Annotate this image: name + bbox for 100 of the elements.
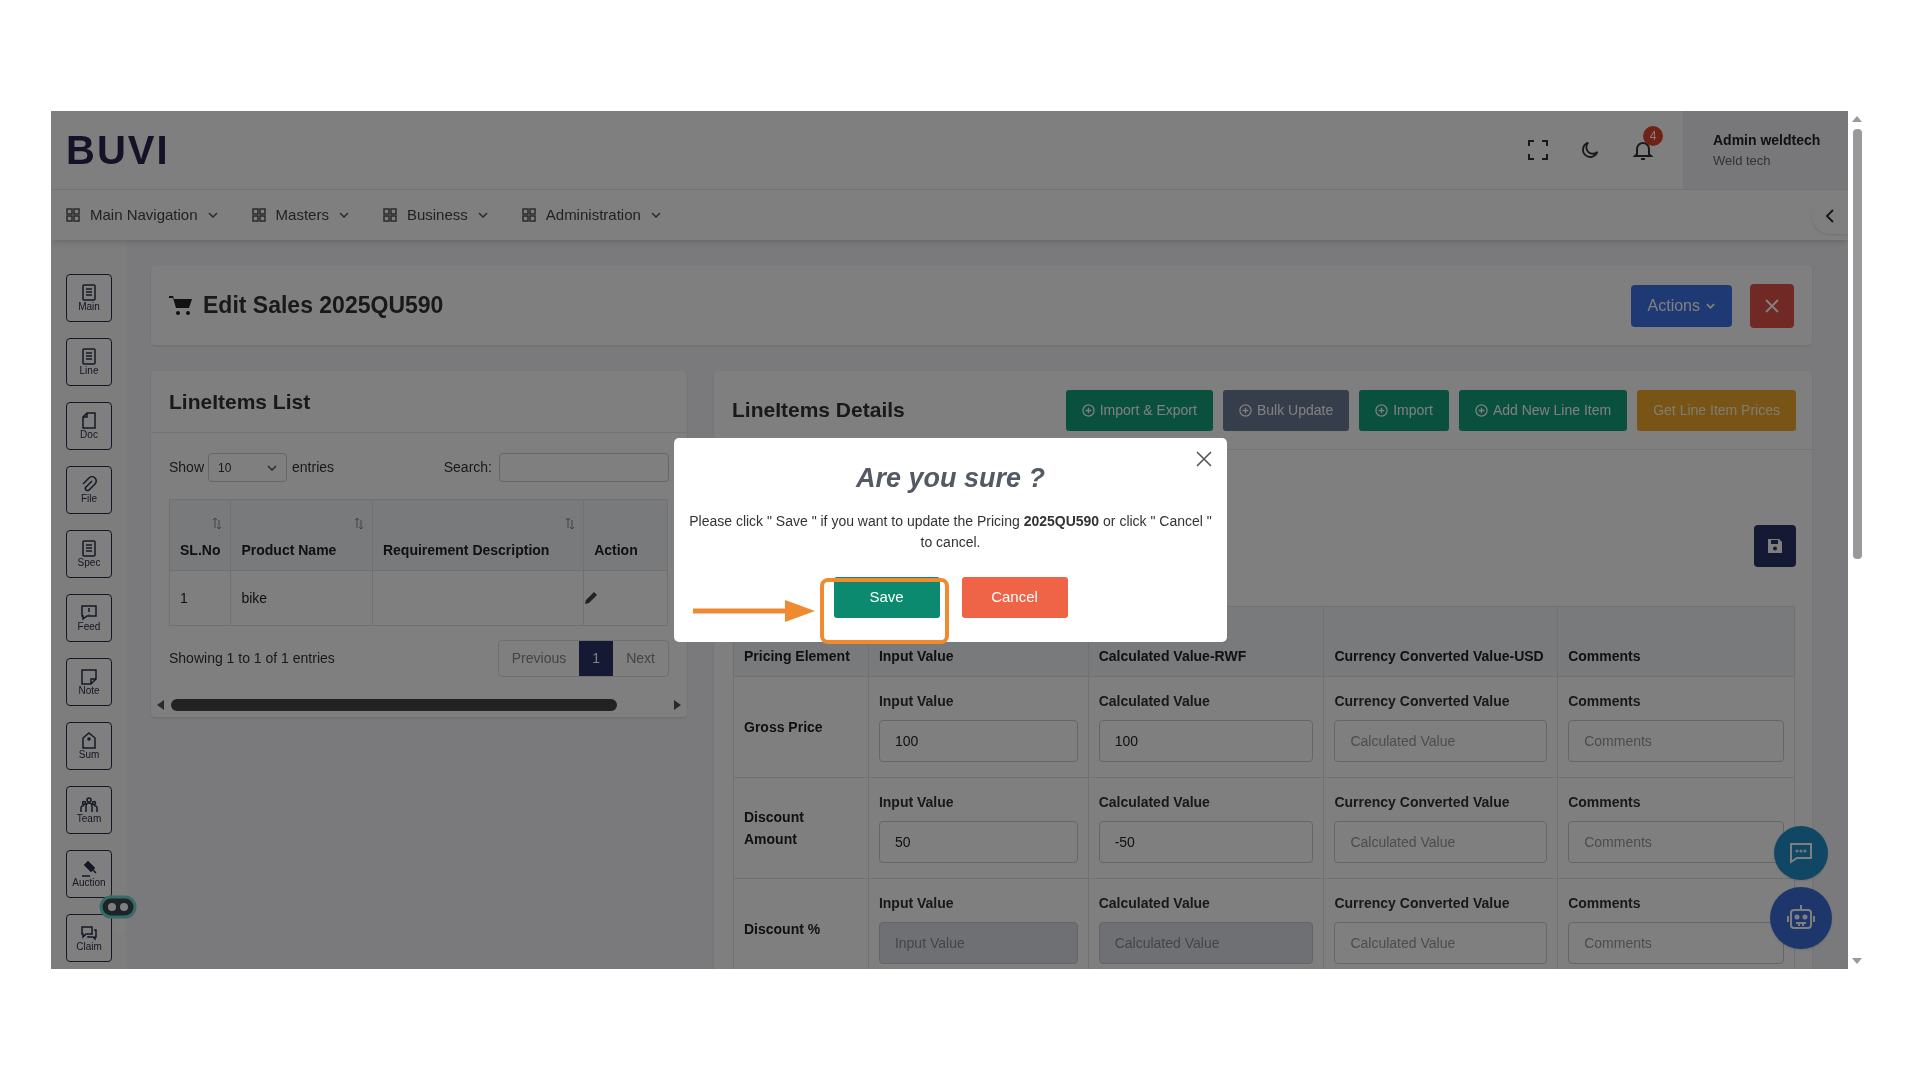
input-field[interactable]: 100 [1098, 720, 1314, 762]
column-header[interactable]: Requirement Description [372, 499, 584, 571]
scroll-right-icon[interactable] [673, 700, 681, 710]
sidebar-button[interactable]: Spec [66, 530, 112, 578]
document-icon [80, 347, 98, 365]
actions-button[interactable]: Actions [1630, 284, 1732, 327]
moon-icon[interactable] [1579, 139, 1601, 161]
pencil-icon[interactable] [584, 591, 599, 605]
plus-circle-icon [1081, 403, 1095, 417]
field-label: Comments [1568, 692, 1642, 711]
field-label: Calculated Value [1098, 793, 1211, 812]
entries-label: entries [292, 458, 335, 477]
user-panel[interactable]: Admin weldtech Weld tech [1683, 111, 1848, 189]
sidebar-button[interactable]: Sum [66, 722, 112, 770]
plus-circle-icon [1375, 403, 1389, 417]
company-name: Weld tech [1713, 151, 1772, 170]
nav-menu[interactable]: Administration [521, 203, 661, 227]
column-header: Comments [1557, 606, 1795, 677]
grid-icon [382, 208, 397, 222]
logo[interactable]: BUVI [66, 120, 170, 180]
search-field[interactable] [499, 453, 669, 482]
chatbot-button[interactable] [1770, 887, 1832, 949]
field-label: Input Value [878, 793, 955, 812]
chat-icon [80, 923, 98, 941]
row-label: Discount % [733, 878, 869, 969]
field-label: Calculated Value [1098, 692, 1211, 711]
nav-menu[interactable]: Business [382, 203, 488, 227]
toolbar-button[interactable]: Add New Line Item [1458, 389, 1628, 431]
sidebar-button[interactable]: Doc [66, 402, 112, 450]
scroll-down-icon[interactable] [1852, 957, 1862, 965]
people-icon [80, 795, 98, 813]
table-cell: bike [230, 570, 373, 626]
page-button[interactable]: 1 [579, 641, 614, 676]
save-button[interactable]: Save [833, 576, 940, 618]
page-size-select[interactable]: 10 [208, 453, 288, 482]
next-button[interactable]: Next [613, 641, 668, 676]
sidebar-button[interactable]: Note [66, 658, 112, 706]
chevron-down-icon [650, 212, 661, 218]
dialog-title: Are you sure ? [855, 462, 1046, 495]
plus-circle-icon [1474, 403, 1488, 417]
column-header[interactable]: SL.No [169, 499, 231, 571]
input-field[interactable]: -50 [1098, 821, 1314, 863]
search-label: Search: [443, 458, 492, 477]
input-field[interactable]: 100 [878, 720, 1078, 762]
gavel-icon [80, 859, 98, 877]
field-label: Input Value [878, 692, 955, 711]
toolbar-button[interactable]: Import & Export [1065, 389, 1213, 431]
sidebar-button[interactable]: Team [66, 786, 112, 834]
sort-icon [212, 516, 223, 530]
paperclip-icon [80, 475, 98, 493]
field-label: Currency Converted Value [1334, 692, 1511, 711]
robot-icon [1786, 904, 1816, 932]
grid-icon [521, 208, 536, 222]
scroll-left-icon[interactable] [157, 700, 165, 710]
sidebar-button[interactable]: Feed [66, 594, 112, 642]
toolbar-button[interactable]: Import [1359, 389, 1449, 431]
grid-icon [251, 208, 266, 222]
sidebar-button[interactable]: Line [66, 338, 112, 386]
dialog-message: Please click " Save " if you want to update the Pricing 2025QU590 or click " Cancel " to cancel. [688, 511, 1213, 552]
input-field[interactable]: 50 [878, 821, 1078, 863]
column-header[interactable]: Product Name [230, 499, 373, 571]
row-label: Gross Price [733, 676, 869, 778]
scroll-up-icon[interactable] [1852, 115, 1862, 123]
toolbar-button[interactable]: Bulk Update [1222, 389, 1350, 431]
nav-menu[interactable]: Main Navigation [66, 203, 218, 227]
sidebar-button[interactable]: Claim [66, 914, 112, 962]
chat-button[interactable] [1774, 826, 1828, 880]
close-icon [1765, 298, 1779, 313]
document-icon [80, 283, 98, 301]
sort-icon [565, 516, 576, 530]
sort-icon [353, 516, 364, 530]
table-summary: Showing 1 to 1 of 1 entries [169, 649, 335, 668]
chevron-left-icon [1825, 209, 1835, 223]
row-label: Discount Amount [733, 777, 869, 879]
field-label: Currency Converted Value [1334, 793, 1511, 812]
alert-message-icon [80, 603, 98, 621]
chevron-down-icon [1706, 302, 1715, 309]
user-name: Admin weldtech [1713, 130, 1822, 150]
field-label: Input Value [878, 894, 955, 913]
document-icon [80, 539, 98, 557]
fullscreen-icon[interactable] [1527, 139, 1549, 161]
show-label: Show [169, 458, 205, 477]
chevron-down-icon [477, 212, 488, 218]
sidebar-button[interactable]: File [66, 466, 112, 514]
field-label: Calculated Value [1098, 894, 1211, 913]
page-icon [80, 411, 98, 429]
column-header: Action [583, 499, 668, 571]
field-label: Currency Converted Value [1334, 894, 1511, 913]
field-label: Comments [1568, 894, 1642, 913]
nav-menu[interactable]: Masters [251, 203, 349, 227]
sidebar-button[interactable]: Auction [66, 850, 112, 898]
note-icon [80, 667, 98, 685]
page-title: Edit Sales 2025QU590 [203, 291, 444, 321]
cancel-button[interactable]: Cancel [961, 576, 1068, 618]
notification-count: 4 [1643, 126, 1663, 146]
card-title: LineItems Details [732, 397, 905, 424]
table-cell: 1 [169, 570, 231, 626]
sidebar-button[interactable]: Main [66, 274, 112, 322]
save-icon-button[interactable] [1754, 525, 1796, 567]
previous-button[interactable]: Previous [498, 641, 580, 676]
